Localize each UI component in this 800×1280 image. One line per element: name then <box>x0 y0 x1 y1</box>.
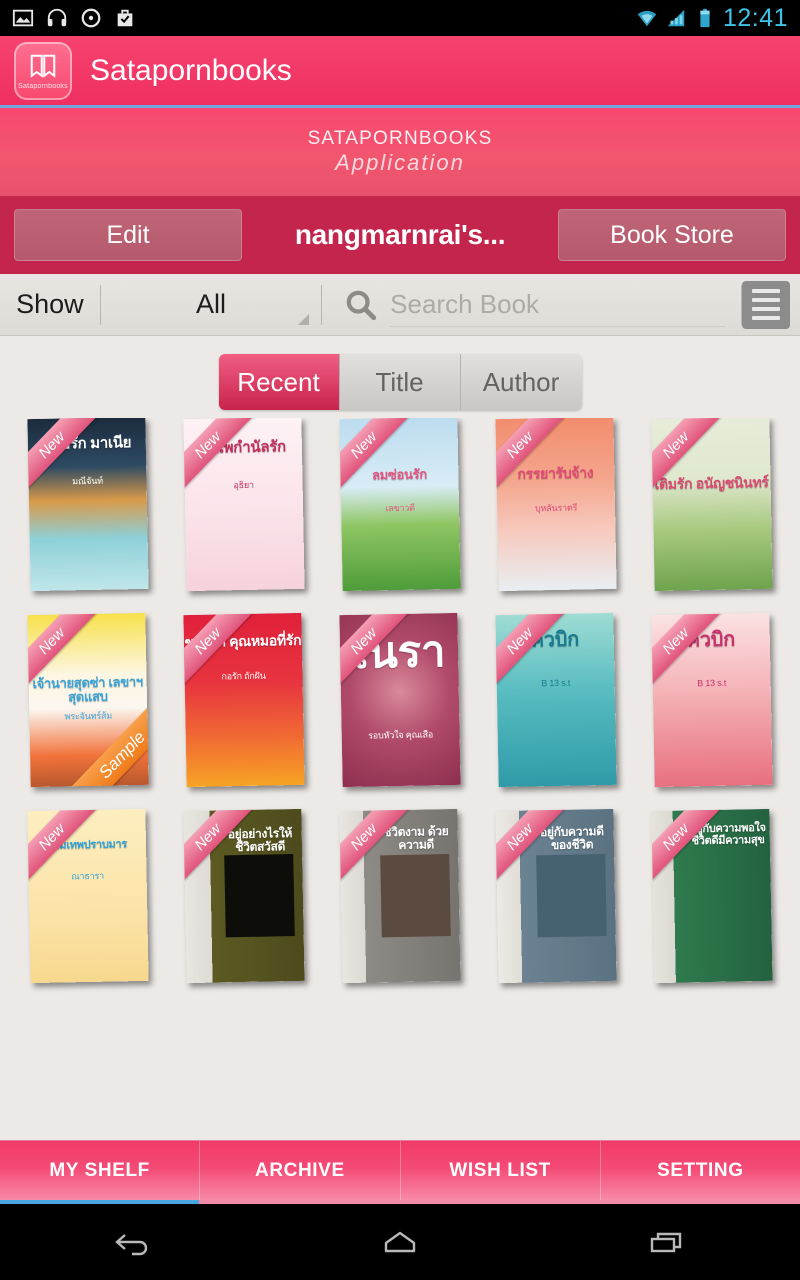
book-cell[interactable]: บุพเพกำนัลรัก อุธิยา New <box>166 418 322 592</box>
hamburger-icon-line <box>751 307 780 311</box>
banner-line-1: SATAPORNBOOKS <box>307 127 493 149</box>
tab-wish-list[interactable]: WISH LIST <box>401 1141 601 1200</box>
book-cover[interactable]: คิวบิก B 13 s.t New <box>651 612 773 788</box>
shelf-title: nangmarnrai's... <box>294 219 506 250</box>
book-cover[interactable]: อยู่กับความดีของชีวิต New <box>495 808 617 984</box>
book-cover-author: กอรัก ถักฝัน <box>221 670 266 682</box>
book-cover[interactable]: อยู่อย่างไรให้ชีวิตสวัสดี New <box>183 808 305 984</box>
book-cover-author: พระจันทร์ส้ม <box>64 710 113 722</box>
book-cover-title: เติมรัก อนัญชนินทร์ <box>654 473 769 493</box>
tab-archive[interactable]: ARCHIVE <box>200 1141 401 1200</box>
chevron-down-icon <box>298 314 310 325</box>
book-cell[interactable]: ชีวิตงาม ด้วยความดี New <box>322 808 478 984</box>
headphones-icon <box>47 8 67 27</box>
sort-segmented-control: Recent Title Author <box>218 354 582 410</box>
book-cell[interactable]: คิวบิก B 13 s.t New <box>634 612 790 788</box>
book-cover-author: รอบหัวใจ คุณเสือ <box>368 729 434 742</box>
status-bar-notification-icons <box>12 7 136 29</box>
android-navigation-bar <box>0 1204 800 1280</box>
app-root: 12:41 Satapornbooks Satapornbooks SATAPO… <box>0 0 800 1280</box>
book-cover[interactable]: บุพเพกำนัลรัก อุธิยา New <box>183 418 305 592</box>
book-cover[interactable]: ชีวิตงาม ด้วยความดี New <box>339 808 461 984</box>
show-label: Show <box>16 289 84 319</box>
book-cover[interactable]: กรรยารับจ้าง บุหลันราตรี New <box>495 418 617 592</box>
tab-setting[interactable]: SETTING <box>601 1141 800 1200</box>
app-header: Satapornbooks Satapornbooks <box>0 36 800 108</box>
book-cover[interactable]: เนรา รอบหัวใจ คุณเสือ New <box>339 612 461 788</box>
app-title: Satapornbooks <box>90 53 292 87</box>
sort-tabs: Recent Title Author <box>0 336 800 424</box>
filter-dropdown-value: All <box>195 289 226 319</box>
hamburger-icon-line <box>751 289 780 293</box>
app-logo: Satapornbooks <box>14 41 72 100</box>
book-cover[interactable]: ขาบรัก มาเนีย มณีจันท์ New <box>27 418 149 592</box>
book-cell[interactable]: ขาบรัก มาเนีย มณีจันท์ New <box>10 418 166 592</box>
book-cell[interactable]: เจ้านายสุดซ่า เลขาฯสุดแสบ พระจันทร์ส้ม New… <box>10 612 166 788</box>
book-cover-author: ณาธารา <box>71 870 105 882</box>
search-field-wrapper <box>322 274 741 335</box>
search-input[interactable] <box>390 282 726 327</box>
alarm-icon <box>81 8 101 28</box>
android-status-bar: 12:41 <box>0 0 800 36</box>
sort-tab-author[interactable]: Author <box>460 354 582 410</box>
book-cover[interactable]: คิวบิก B 13 s.t New <box>495 612 617 788</box>
book-cover[interactable]: ขอจาก คุณหมอที่รัก กอรัก ถักฝัน New <box>183 612 305 788</box>
shelf-row: เจ้านายสุดซ่า เลขาฯสุดแสบ พระจันทร์ส้ม New… <box>0 612 800 788</box>
wifi-icon <box>637 10 657 27</box>
book-cover[interactable]: กามเทพปราบมาร ณาธารา New <box>27 808 149 984</box>
filter-search-bar: Show All <box>0 274 800 336</box>
book-cover-title: เจ้านายสุดซ่า เลขาฯสุดแสบ <box>32 673 143 705</box>
book-icon <box>30 54 56 78</box>
banner-line-2: Application <box>335 149 465 175</box>
book-cover-photo <box>536 853 607 938</box>
book-cover-author: บุหลันราตรี <box>534 502 578 514</box>
promo-banner: SATAPORNBOOKS Application <box>0 108 800 196</box>
hamburger-icon-line <box>751 298 780 302</box>
book-cover-author: อุธิยา <box>233 479 254 490</box>
book-cover-author: เลขาวดี <box>385 503 415 514</box>
book-cell[interactable]: คิวบิก B 13 s.t New <box>478 612 634 788</box>
bottom-tab-bar: MY SHELF ARCHIVE WISH LIST SETTING <box>0 1140 800 1204</box>
recents-icon[interactable] <box>644 1225 690 1259</box>
hamburger-icon-line <box>751 316 780 320</box>
book-cell[interactable]: กามเทพปราบมาร ณาธารา New <box>10 808 166 984</box>
book-cover-title: อยู่อย่างไรให้ชีวิตสวัสดี <box>227 826 293 854</box>
book-cover-author: มณีจันท์ <box>72 475 103 486</box>
shelf-toolbar: Edit nangmarnrai's... Book Store <box>0 196 800 274</box>
status-bar-system-icons: 12:41 <box>636 3 788 32</box>
book-cell[interactable]: อยู่กับความพอใจ ชีวิตดีมีความสุข New <box>634 808 790 984</box>
book-shelf-grid[interactable]: ขาบรัก มาเนีย มณีจันท์ New บุพเพกำนัลรัก อุธ… <box>0 418 800 1140</box>
back-icon[interactable] <box>110 1225 156 1259</box>
sort-tab-recent[interactable]: Recent <box>218 354 340 410</box>
book-cell[interactable]: อยู่อย่างไรให้ชีวิตสวัสดี New <box>166 808 322 984</box>
screenshot-icon <box>12 9 34 27</box>
search-icon <box>346 290 377 320</box>
book-cell[interactable]: ขอจาก คุณหมอที่รัก กอรัก ถักฝัน New <box>166 612 322 788</box>
book-cell[interactable]: กรรยารับจ้าง บุหลันราตรี New <box>478 418 634 592</box>
shelf-row: กามเทพปราบมาร ณาธารา New อยู่อย่างไรให้ชีวิ… <box>0 808 800 984</box>
list-view-menu-button[interactable] <box>741 280 790 329</box>
signal-icon <box>667 9 685 27</box>
sort-tab-title[interactable]: Title <box>339 354 461 410</box>
book-cell[interactable]: เติมรัก อนัญชนินทร์ New <box>634 418 790 592</box>
tab-my-shelf[interactable]: MY SHELF <box>0 1141 201 1204</box>
book-cover-photo <box>224 853 295 938</box>
shelf-row: ขาบรัก มาเนีย มณีจันท์ New บุพเพกำนัลรัก อุธ… <box>0 418 800 592</box>
status-bar-clock: 12:41 <box>722 3 788 32</box>
battery-icon <box>700 8 710 28</box>
edit-button[interactable]: Edit <box>14 209 242 261</box>
book-cover-photo <box>380 853 451 938</box>
book-cover[interactable]: อยู่กับความพอใจ ชีวิตดีมีความสุข New <box>651 808 773 984</box>
filter-dropdown[interactable]: All <box>101 274 322 335</box>
book-cell[interactable]: ลมซ่อนรัก เลขาวดี New <box>322 418 478 592</box>
app-logo-label: Satapornbooks <box>18 82 68 90</box>
book-cover[interactable]: ลมซ่อนรัก เลขาวดี New <box>339 418 461 592</box>
book-cell[interactable]: เนรา รอบหัวใจ คุณเสือ New <box>322 612 478 788</box>
book-cover[interactable]: เติมรัก อนัญชนินทร์ New <box>651 418 773 592</box>
home-icon[interactable] <box>377 1225 423 1259</box>
book-cell[interactable]: อยู่กับความดีของชีวิต New <box>478 808 634 984</box>
book-cover[interactable]: เจ้านายสุดซ่า เลขาฯสุดแสบ พระจันทร์ส้ม New… <box>27 612 149 788</box>
checked-bag-icon <box>117 9 133 27</box>
book-store-button[interactable]: Book Store <box>558 209 786 261</box>
